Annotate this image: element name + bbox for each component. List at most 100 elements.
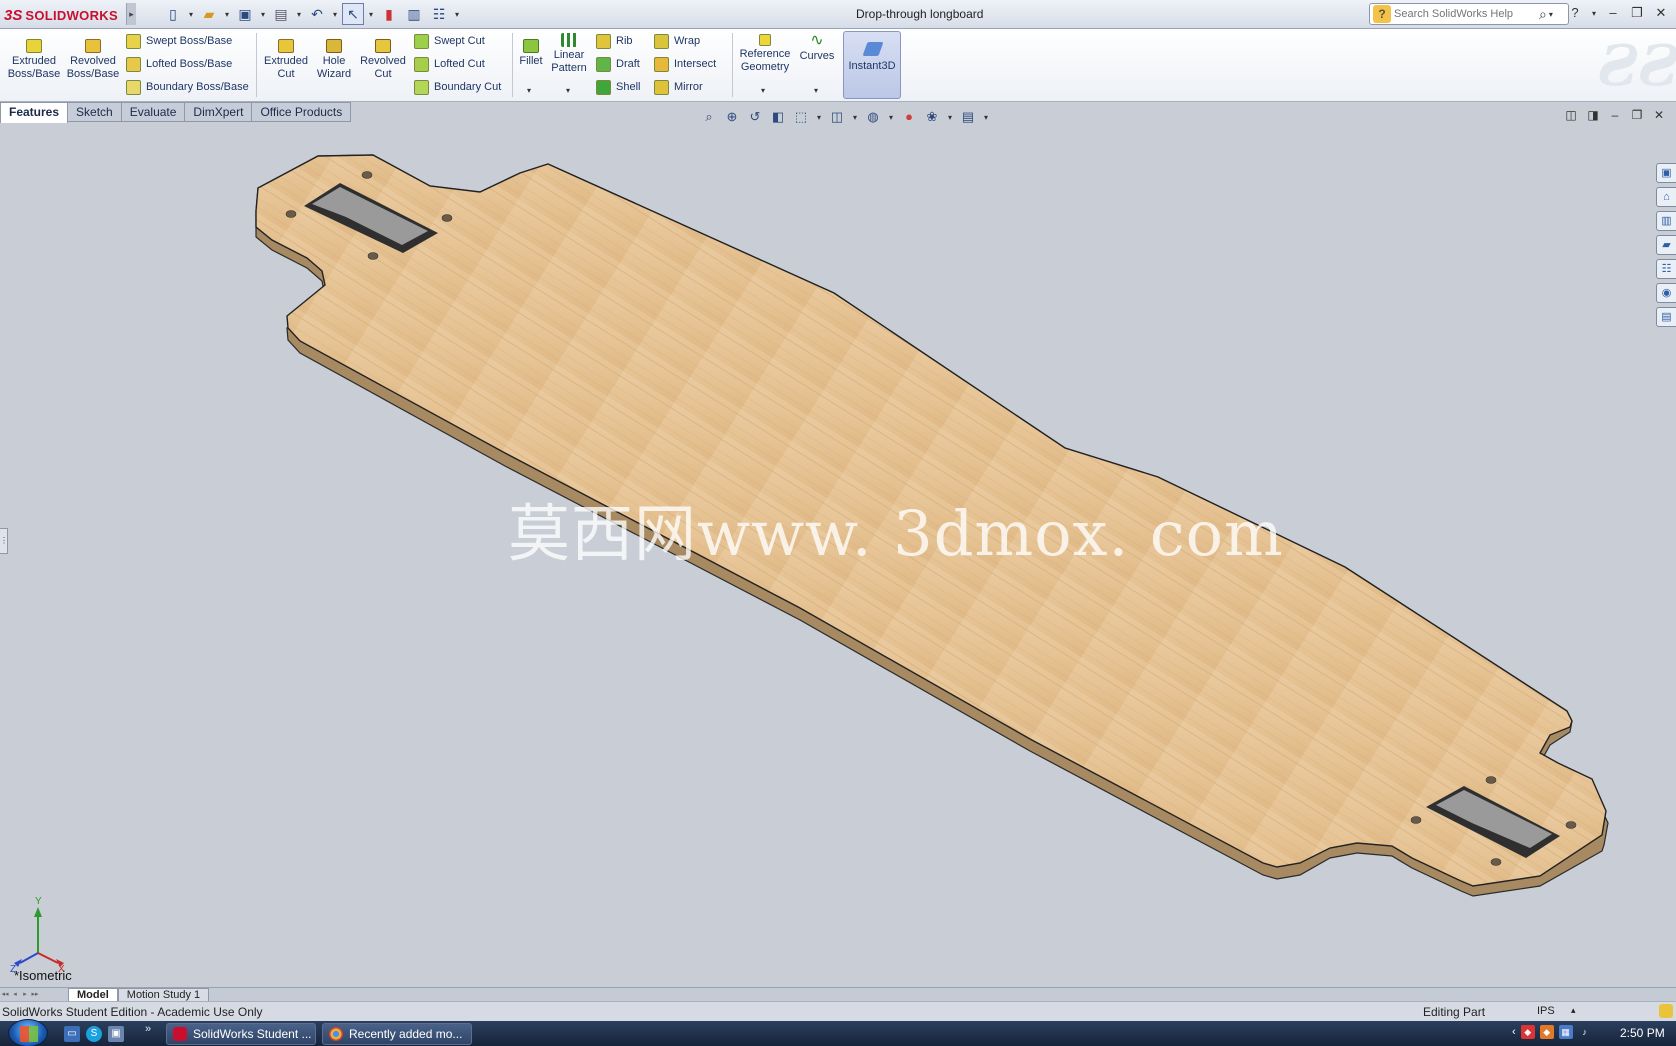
network-icon[interactable]: ▦: [1558, 1025, 1573, 1039]
viewport-close-icon[interactable]: ✕: [1652, 108, 1666, 122]
curves-dropdown-icon[interactable]: ▾: [814, 86, 818, 95]
last-tab-icon[interactable]: ▸▸: [30, 989, 40, 1001]
rebuild-traffic-light-icon[interactable]: ▮: [378, 3, 400, 25]
skype-icon[interactable]: S: [86, 1026, 102, 1042]
custom-properties-icon[interactable]: ▤: [1656, 307, 1676, 327]
switch-windows-icon[interactable]: ▣: [108, 1026, 124, 1042]
reference-geometry-button[interactable]: Reference Geometry: [735, 34, 795, 74]
tray-update-icon[interactable]: ◆: [1539, 1025, 1554, 1039]
linear-pattern-dropdown-icon[interactable]: ▾: [566, 86, 570, 95]
graphics-area[interactable]: 莫西网www. 3dmox. com ⋮ ▣ ⌂ ▥ ▰ ☷ ◉ ▤ Y X Z…: [0, 123, 1676, 987]
first-tab-icon[interactable]: ◂◂: [0, 989, 10, 1001]
help-dropdown-icon[interactable]: ▾: [1590, 9, 1598, 18]
previous-view-icon[interactable]: ↺: [746, 108, 764, 126]
feature-manager-expand-handle[interactable]: ⋮: [0, 528, 8, 554]
wrap-button[interactable]: Wrap: [654, 32, 700, 50]
view-orientation-icon[interactable]: ⬚: [792, 108, 810, 126]
solidworks-resources-icon[interactable]: ▣: [1656, 163, 1676, 183]
section-view-icon[interactable]: ◧: [769, 108, 787, 126]
print-dropdown-icon[interactable]: ▾: [295, 10, 303, 19]
undo-icon[interactable]: ↶: [306, 3, 328, 25]
apply-scene-icon[interactable]: ❀: [923, 108, 941, 126]
display-style-dropdown-icon[interactable]: ▾: [851, 113, 859, 122]
apply-scene-dropdown-icon[interactable]: ▾: [946, 113, 954, 122]
print-icon[interactable]: ▤: [270, 3, 292, 25]
tab-sketch[interactable]: Sketch: [68, 102, 122, 122]
viewport-split-icon[interactable]: ◨: [1586, 108, 1600, 122]
view-palette-icon[interactable]: ☷: [1656, 259, 1676, 279]
viewport-restore-icon[interactable]: ❐: [1630, 108, 1644, 122]
prev-tab-icon[interactable]: ◂: [10, 989, 20, 1001]
restore-icon[interactable]: ❐: [1628, 4, 1646, 22]
rebuild-status-icon[interactable]: [1659, 1004, 1673, 1018]
select-dropdown-icon[interactable]: ▾: [367, 10, 375, 19]
minimize-icon[interactable]: –: [1604, 4, 1622, 22]
instant3d-button[interactable]: Instant3D: [843, 31, 901, 99]
start-button[interactable]: [8, 1019, 48, 1046]
new-dropdown-icon[interactable]: ▾: [187, 10, 195, 19]
view-settings-icon[interactable]: ▤: [959, 108, 977, 126]
revolved-cut-button[interactable]: Revolved Cut: [355, 39, 411, 81]
open-dropdown-icon[interactable]: ▾: [223, 10, 231, 19]
options-icon[interactable]: ☷: [428, 3, 450, 25]
lofted-cut-button[interactable]: Lofted Cut: [414, 55, 485, 73]
zoom-to-area-icon[interactable]: ⊕: [723, 108, 741, 126]
swept-boss-button[interactable]: Swept Boss/Base: [126, 32, 232, 50]
save-dropdown-icon[interactable]: ▾: [259, 10, 267, 19]
hide-show-items-icon[interactable]: ◍: [864, 108, 882, 126]
open-folder-icon[interactable]: ▰: [198, 3, 220, 25]
quick-launch-more-icon[interactable]: »: [145, 1023, 151, 1035]
viewport-tile-icon[interactable]: ◫: [1564, 108, 1578, 122]
close-icon[interactable]: ✕: [1652, 4, 1670, 22]
save-icon[interactable]: ▣: [234, 3, 256, 25]
menu-expand-arrow-icon[interactable]: ▸: [126, 3, 136, 25]
tab-office-products[interactable]: Office Products: [252, 102, 352, 122]
show-desktop-icon[interactable]: ▭: [64, 1026, 80, 1042]
boundary-boss-button[interactable]: Boundary Boss/Base: [126, 78, 249, 96]
appearances-icon[interactable]: ◉: [1656, 283, 1676, 303]
viewport-minimize-icon[interactable]: –: [1608, 108, 1622, 122]
zoom-to-fit-icon[interactable]: ⌕: [700, 108, 718, 126]
tab-evaluate[interactable]: Evaluate: [121, 102, 186, 122]
display-style-icon[interactable]: ◫: [828, 108, 846, 126]
revolved-boss-button[interactable]: Revolved Boss/Base: [65, 39, 121, 81]
taskbar-item-solidworks[interactable]: SolidWorks Student ...: [166, 1023, 316, 1045]
tab-model[interactable]: Model: [68, 987, 118, 1002]
edit-appearance-icon[interactable]: ●: [900, 108, 918, 126]
search-dropdown-icon[interactable]: ▾: [1547, 10, 1555, 19]
next-tab-icon[interactable]: ▸: [20, 989, 30, 1001]
tray-app-icon[interactable]: ◆: [1520, 1025, 1535, 1039]
rib-button[interactable]: Rib: [596, 32, 633, 50]
tray-expand-icon[interactable]: ‹: [1512, 1026, 1516, 1038]
file-explorer-icon[interactable]: ▰: [1656, 235, 1676, 255]
file-properties-icon[interactable]: ▥: [403, 3, 425, 25]
taskbar-item-chrome[interactable]: Recently added mo...: [322, 1023, 472, 1045]
lofted-boss-button[interactable]: Lofted Boss/Base: [126, 55, 232, 73]
search-icon[interactable]: ⌕: [1539, 6, 1547, 23]
boundary-cut-button[interactable]: Boundary Cut: [414, 78, 501, 96]
volume-icon[interactable]: ♪: [1578, 1025, 1592, 1039]
tab-motion-study[interactable]: Motion Study 1: [117, 987, 210, 1002]
unit-system-up-icon[interactable]: ▴: [1571, 1005, 1576, 1016]
curves-button[interactable]: ∿ Curves: [795, 33, 839, 63]
swept-cut-button[interactable]: Swept Cut: [414, 32, 485, 50]
help-button[interactable]: ?: [1566, 4, 1584, 22]
view-orientation-dropdown-icon[interactable]: ▾: [815, 113, 823, 122]
undo-dropdown-icon[interactable]: ▾: [331, 10, 339, 19]
fillet-dropdown-icon[interactable]: ▾: [527, 86, 531, 95]
unit-system-button[interactable]: IPS: [1537, 1005, 1555, 1017]
hole-wizard-button[interactable]: Hole Wizard: [306, 39, 362, 81]
tab-features[interactable]: Features: [0, 102, 69, 123]
intersect-button[interactable]: Intersect: [654, 55, 716, 73]
search-input[interactable]: [1394, 8, 1539, 20]
mirror-button[interactable]: Mirror: [654, 78, 703, 96]
reference-geometry-dropdown-icon[interactable]: ▾: [761, 86, 765, 95]
help-search-box[interactable]: ? ⌕ ▾: [1369, 3, 1569, 25]
linear-pattern-button[interactable]: Linear Pattern: [540, 33, 598, 75]
new-document-icon[interactable]: ▯: [162, 3, 184, 25]
hide-show-dropdown-icon[interactable]: ▾: [887, 113, 895, 122]
shell-button[interactable]: Shell: [596, 78, 640, 96]
home-icon[interactable]: ⌂: [1656, 187, 1676, 207]
select-pointer-icon[interactable]: ↖: [342, 3, 364, 25]
draft-button[interactable]: Draft: [596, 55, 640, 73]
